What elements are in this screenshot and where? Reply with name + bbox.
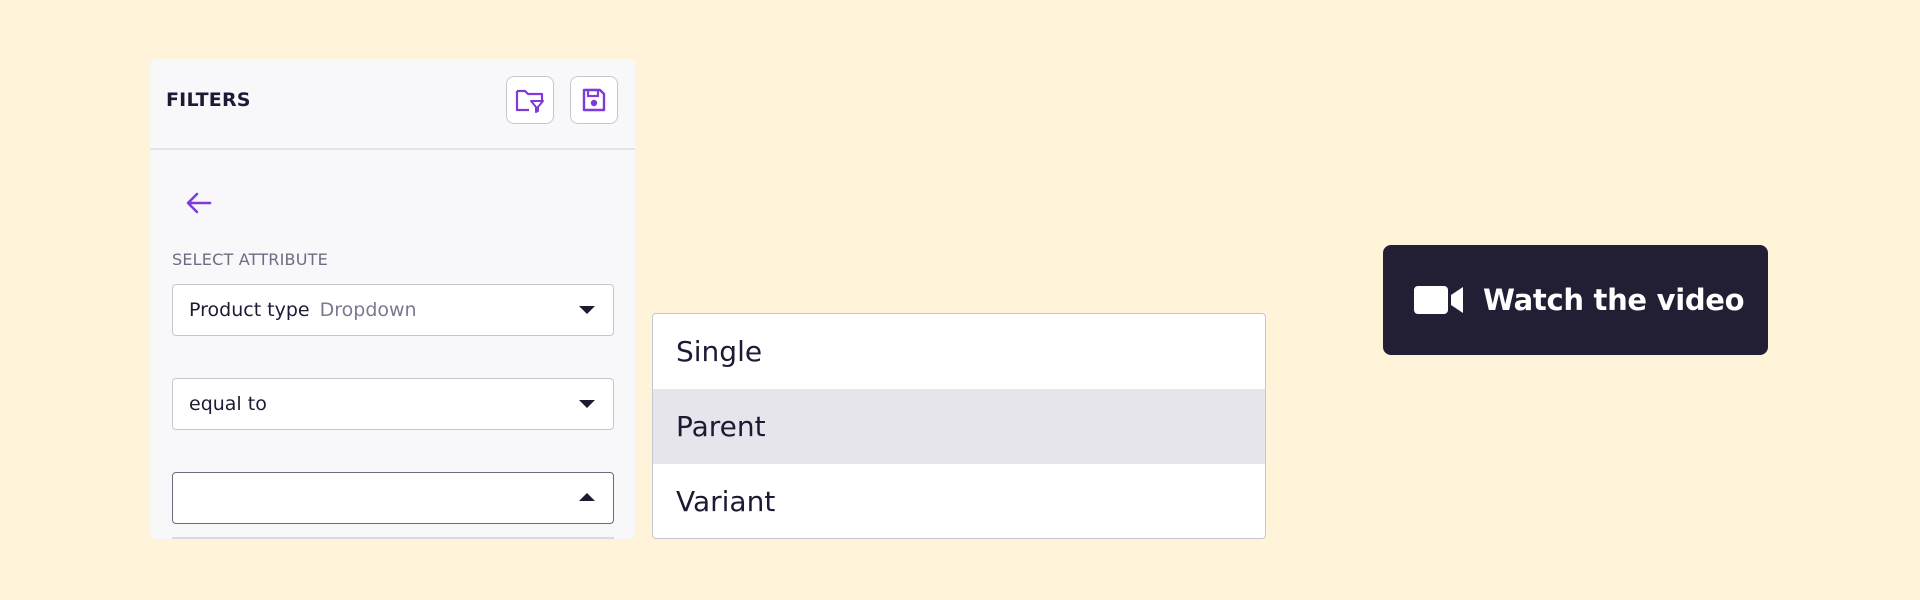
divider (172, 537, 614, 539)
chevron-down-icon (579, 400, 595, 408)
folder-filter-icon (515, 89, 544, 113)
dropdown-option-variant[interactable]: Variant (653, 464, 1265, 538)
attribute-value: Product type (189, 299, 310, 321)
value-dropdown-menu: Single Parent Variant (652, 313, 1266, 539)
select-attribute-label: SELECT ATTRIBUTE (172, 250, 328, 269)
chevron-up-icon (579, 493, 595, 501)
filters-header: FILTERS (150, 59, 635, 150)
condition-select[interactable]: equal to (172, 378, 614, 430)
dropdown-option-single[interactable]: Single (653, 314, 1265, 389)
value-select[interactable] (172, 472, 614, 524)
filters-panel: FILTERS SELECT ATTRIBUTE Product type Dro… (150, 59, 635, 539)
filters-title: FILTERS (166, 89, 251, 111)
watch-video-button[interactable]: Watch the video (1383, 245, 1768, 355)
attribute-type: Dropdown (319, 299, 417, 321)
attribute-select-value: Product type Dropdown (189, 299, 417, 321)
save-icon (582, 88, 606, 112)
load-filter-button[interactable] (506, 76, 554, 124)
attribute-select[interactable]: Product type Dropdown (172, 284, 614, 336)
save-filter-button[interactable] (570, 76, 618, 124)
arrow-left-icon (186, 192, 212, 214)
dropdown-option-parent[interactable]: Parent (653, 389, 1265, 464)
watch-video-label: Watch the video (1483, 283, 1745, 317)
back-button[interactable] (182, 186, 216, 220)
condition-value: equal to (189, 393, 267, 415)
chevron-down-icon (579, 306, 595, 314)
video-camera-icon (1413, 284, 1465, 316)
